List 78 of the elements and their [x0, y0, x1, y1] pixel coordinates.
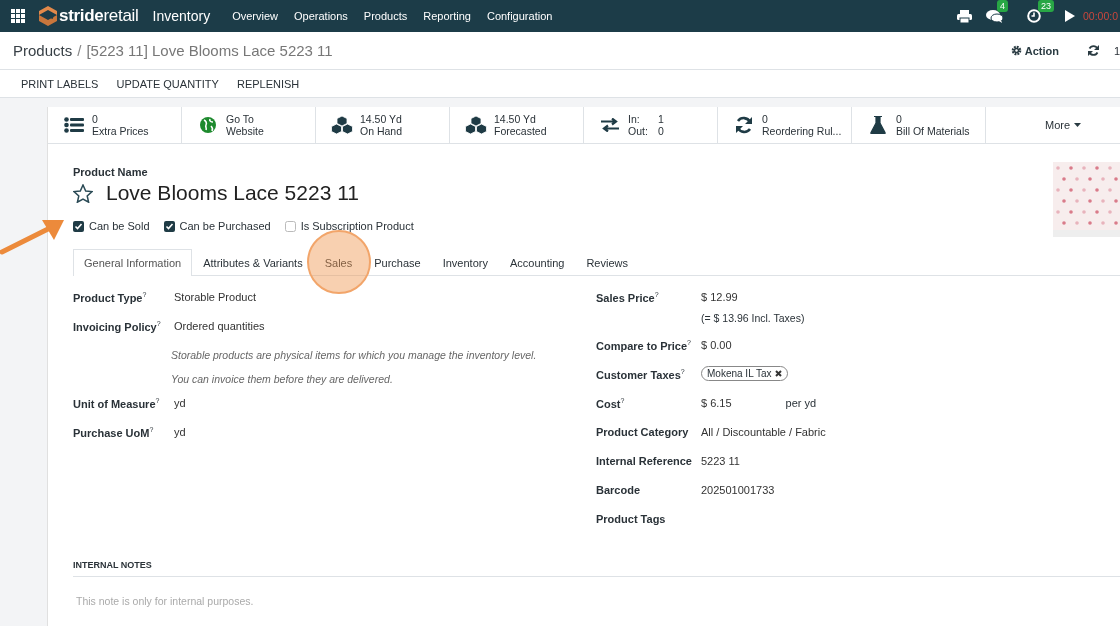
close-icon: [775, 370, 783, 377]
field-value[interactable]: Ordered quantities: [174, 320, 265, 332]
price-note: (= $ 13.96 Incl. Taxes): [701, 312, 805, 324]
checkbox[interactable]: [284, 220, 296, 232]
field-value[interactable]: Storable Product: [174, 291, 256, 303]
checkbox[interactable]: [163, 220, 175, 232]
caret-icon: [1074, 123, 1082, 127]
field-value[interactable]: 5223 11: [701, 455, 740, 467]
field-label: Barcode: [596, 484, 642, 496]
field-label: Compare to Price$^{?}$: [596, 339, 692, 352]
menu-item[interactable]: Operations: [294, 10, 348, 22]
timer: 00:00:0: [1082, 10, 1118, 22]
field-label: Product Name: [73, 166, 149, 178]
tab[interactable]: General Information: [73, 249, 193, 276]
checkbox-label: Can be Purchased: [179, 220, 271, 232]
field-label: Unit of Measure$^{?}$: [73, 397, 161, 410]
record-title: [5223 11] Love Blooms Lace 5223 11: [86, 42, 333, 59]
field-value[interactable]: $ 6.15: [701, 397, 732, 409]
clock-icon[interactable]: [1026, 9, 1041, 23]
field-value[interactable]: 202501001733: [701, 484, 775, 496]
field-value[interactable]: All / Discountable / Fabric: [701, 426, 826, 438]
product-name: Love Blooms Lace 5223 11: [106, 181, 359, 205]
unit-text: per yd: [785, 397, 817, 409]
swap-arrows-icon: [600, 118, 620, 132]
tab[interactable]: Reviews: [575, 249, 639, 276]
field-label: Purchase UoM$^{?}$: [73, 426, 155, 439]
breadcrumb-separator: /: [77, 42, 82, 59]
cubes-icon: [331, 116, 353, 134]
printer-icon[interactable]: [956, 9, 972, 23]
refresh-icon[interactable]: [1088, 45, 1099, 56]
count-badge: 4: [996, 0, 1008, 12]
field-label: Cost$^{?}$: [596, 397, 626, 410]
apps-menu-icon[interactable]: [11, 9, 25, 23]
field-label: Product Tags: [596, 513, 667, 525]
brand-name[interactable]: strideretail: [59, 6, 139, 26]
toolbar-button[interactable]: REPLENISH: [228, 74, 308, 93]
tab[interactable]: Accounting: [498, 249, 576, 276]
section-title: INTERNAL NOTES: [73, 560, 1120, 577]
action-button[interactable]: Action: [1007, 41, 1062, 60]
refresh-icon: [735, 116, 753, 134]
checkbox-label: Can be Sold: [89, 220, 150, 232]
globe-icon: [200, 117, 216, 133]
tab[interactable]: Purchase: [363, 249, 432, 276]
flask-icon: [870, 116, 886, 134]
help-text: You can invoice them before they are delivered.: [171, 373, 393, 385]
tab[interactable]: Attributes & Variants: [192, 249, 314, 276]
field-value[interactable]: yd: [174, 397, 186, 409]
help-text: Storable products are physical items for which you manage the inventory level.: [171, 349, 537, 361]
field-label: Invoicing Policy$^{?}$: [73, 320, 162, 333]
pager-value: 1: [1114, 44, 1120, 57]
tab[interactable]: Inventory: [431, 249, 499, 276]
menu-item[interactable]: Products: [363, 10, 408, 22]
menu-item[interactable]: Reporting: [423, 10, 471, 22]
checkbox-label: Is Subscription Product: [300, 220, 414, 232]
tab[interactable]: Sales: [313, 249, 364, 276]
field-label: Product Category: [596, 426, 690, 438]
field-label: Internal Reference: [596, 455, 693, 467]
app-name[interactable]: Inventory: [152, 8, 211, 24]
play-icon[interactable]: [1064, 10, 1075, 22]
toolbar-button[interactable]: UPDATE QUANTITY: [108, 74, 227, 93]
list-icon: [64, 117, 84, 133]
field-label: Product Type$^{?}$: [73, 291, 148, 304]
count-badge: 23: [1037, 0, 1054, 12]
field-value[interactable]: yd: [174, 426, 186, 438]
breadcrumb-link[interactable]: Products: [13, 42, 73, 59]
chat-icon[interactable]: [985, 9, 1003, 23]
field-value[interactable]: $ 12.99: [701, 291, 738, 303]
field-value[interactable]: $ 0.00: [701, 339, 732, 351]
toolbar-button[interactable]: PRINT LABELS: [13, 74, 107, 93]
menu-item[interactable]: Overview: [232, 10, 278, 22]
gear-icon: [1010, 45, 1022, 56]
field-label: Customer Taxes$^{?}$: [596, 368, 686, 381]
logo-icon[interactable]: [38, 5, 58, 27]
star-icon[interactable]: [73, 183, 93, 203]
menu-item[interactable]: Configuration: [486, 10, 553, 22]
cubes-icon: [465, 116, 487, 134]
field-label: Sales Price$^{?}$: [596, 291, 660, 304]
checkbox[interactable]: [73, 220, 84, 232]
